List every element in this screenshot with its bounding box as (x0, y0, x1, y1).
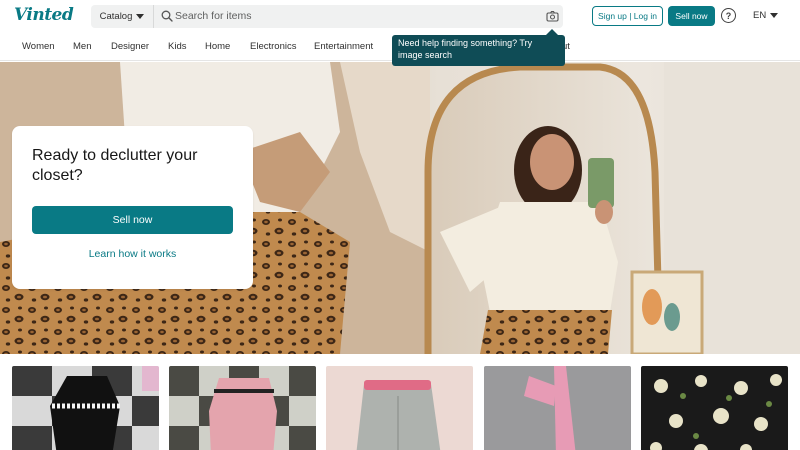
camera-icon[interactable] (546, 10, 559, 23)
hero-sell-now-button[interactable]: Sell now (32, 206, 233, 234)
item-card-4[interactable] (484, 366, 631, 450)
item-card-1[interactable] (12, 366, 159, 450)
item-photo (326, 366, 473, 450)
item-card-2[interactable] (169, 366, 316, 450)
hero-card: Ready to declutter your closet? Sell now… (12, 126, 253, 289)
item-card-3[interactable] (326, 366, 473, 450)
item-photo (641, 366, 788, 450)
item-photo (169, 366, 316, 450)
vinted-logo[interactable]: Vinted (14, 5, 74, 25)
search-bar: Catalog Search for items (91, 5, 563, 28)
chevron-down-icon (770, 13, 779, 18)
chevron-down-icon (136, 14, 145, 19)
item-photo (484, 366, 631, 450)
hero-banner: Ready to declutter your closet? Sell now… (0, 62, 800, 354)
language-label: EN (753, 10, 767, 21)
nav-item-men[interactable]: Men (73, 41, 91, 52)
nav-item-designer[interactable]: Designer (111, 41, 149, 52)
catalog-dropdown[interactable]: Catalog (91, 5, 154, 28)
nav-item-kids[interactable]: Kids (168, 41, 186, 52)
language-selector[interactable]: EN (753, 10, 779, 21)
item-grid (0, 354, 800, 450)
header: Vinted Catalog Search for items Sign up … (0, 0, 800, 32)
help-icon[interactable]: ? (721, 8, 736, 23)
catalog-label: Catalog (99, 11, 133, 22)
item-photo (12, 366, 159, 450)
search-icon (161, 10, 173, 22)
nav-item-electronics[interactable]: Electronics (250, 41, 296, 52)
learn-how-it-works-link[interactable]: Learn how it works (32, 248, 233, 260)
hero-title: Ready to declutter your closet? (32, 147, 198, 184)
sell-now-button[interactable]: Sell now (668, 6, 715, 26)
search-input[interactable]: Search for items (175, 5, 251, 28)
signup-login-button[interactable]: Sign up | Log in (592, 6, 663, 26)
nav-item-home[interactable]: Home (205, 41, 230, 52)
nav-item-entertainment[interactable]: Entertainment (314, 41, 373, 52)
item-card-5[interactable] (641, 366, 788, 450)
nav-item-women[interactable]: Women (22, 41, 55, 52)
image-search-tooltip: Need help finding something? Try image s… (392, 35, 565, 66)
